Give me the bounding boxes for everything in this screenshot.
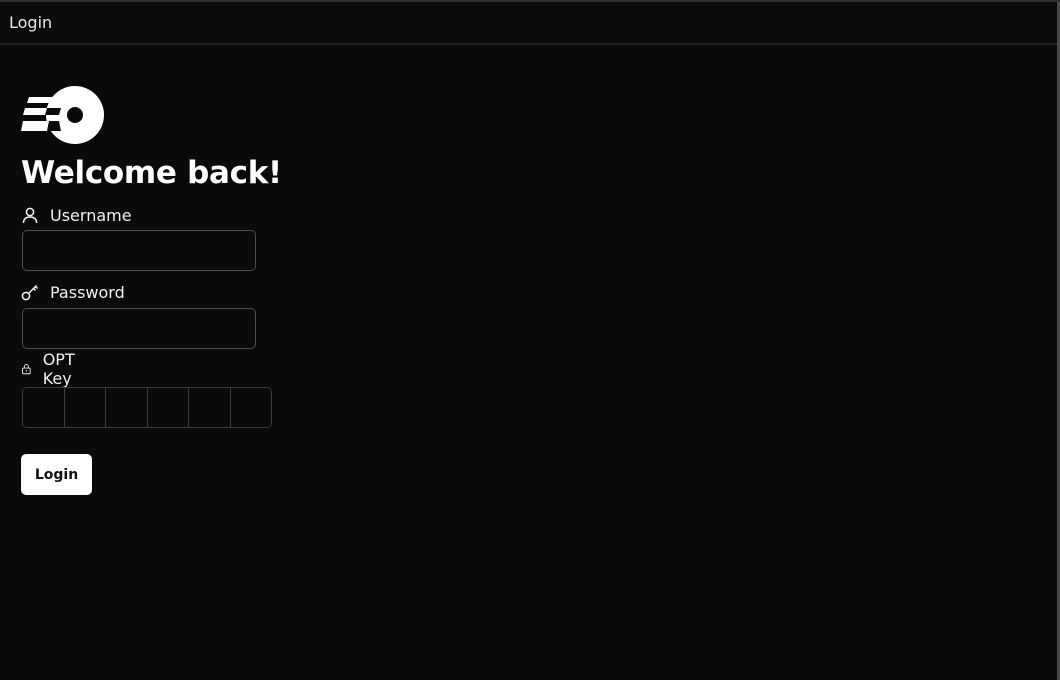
login-button[interactable]: Login	[21, 454, 92, 495]
app-window: Login Welcome back! Username Password OP…	[0, 0, 1060, 680]
user-icon	[22, 207, 38, 224]
title-bar: Login	[0, 2, 1060, 45]
password-label: Password	[21, 281, 125, 303]
lock-icon	[22, 364, 31, 375]
otp-digit-input[interactable]	[64, 388, 106, 427]
brand-disc-speed-icon	[21, 86, 104, 144]
otp-digit-input[interactable]	[189, 388, 231, 427]
window-title: Login	[9, 13, 53, 32]
otp-digit-input[interactable]	[106, 388, 148, 427]
otp-label-text: OPT Key	[42, 350, 75, 388]
otp-digit-input[interactable]	[23, 388, 65, 427]
otp-digit-input[interactable]	[230, 388, 271, 427]
welcome-heading: Welcome back!	[21, 155, 282, 191]
otp-digit-input[interactable]	[147, 388, 189, 427]
otp-label: OPT Key	[21, 350, 82, 388]
otp-input-group	[22, 387, 272, 428]
username-label: Username	[21, 204, 132, 226]
password-input[interactable]	[22, 308, 256, 349]
password-label-text: Password	[50, 282, 125, 302]
username-label-text: Username	[50, 205, 132, 225]
key-icon	[21, 284, 39, 301]
username-input[interactable]	[22, 230, 256, 271]
